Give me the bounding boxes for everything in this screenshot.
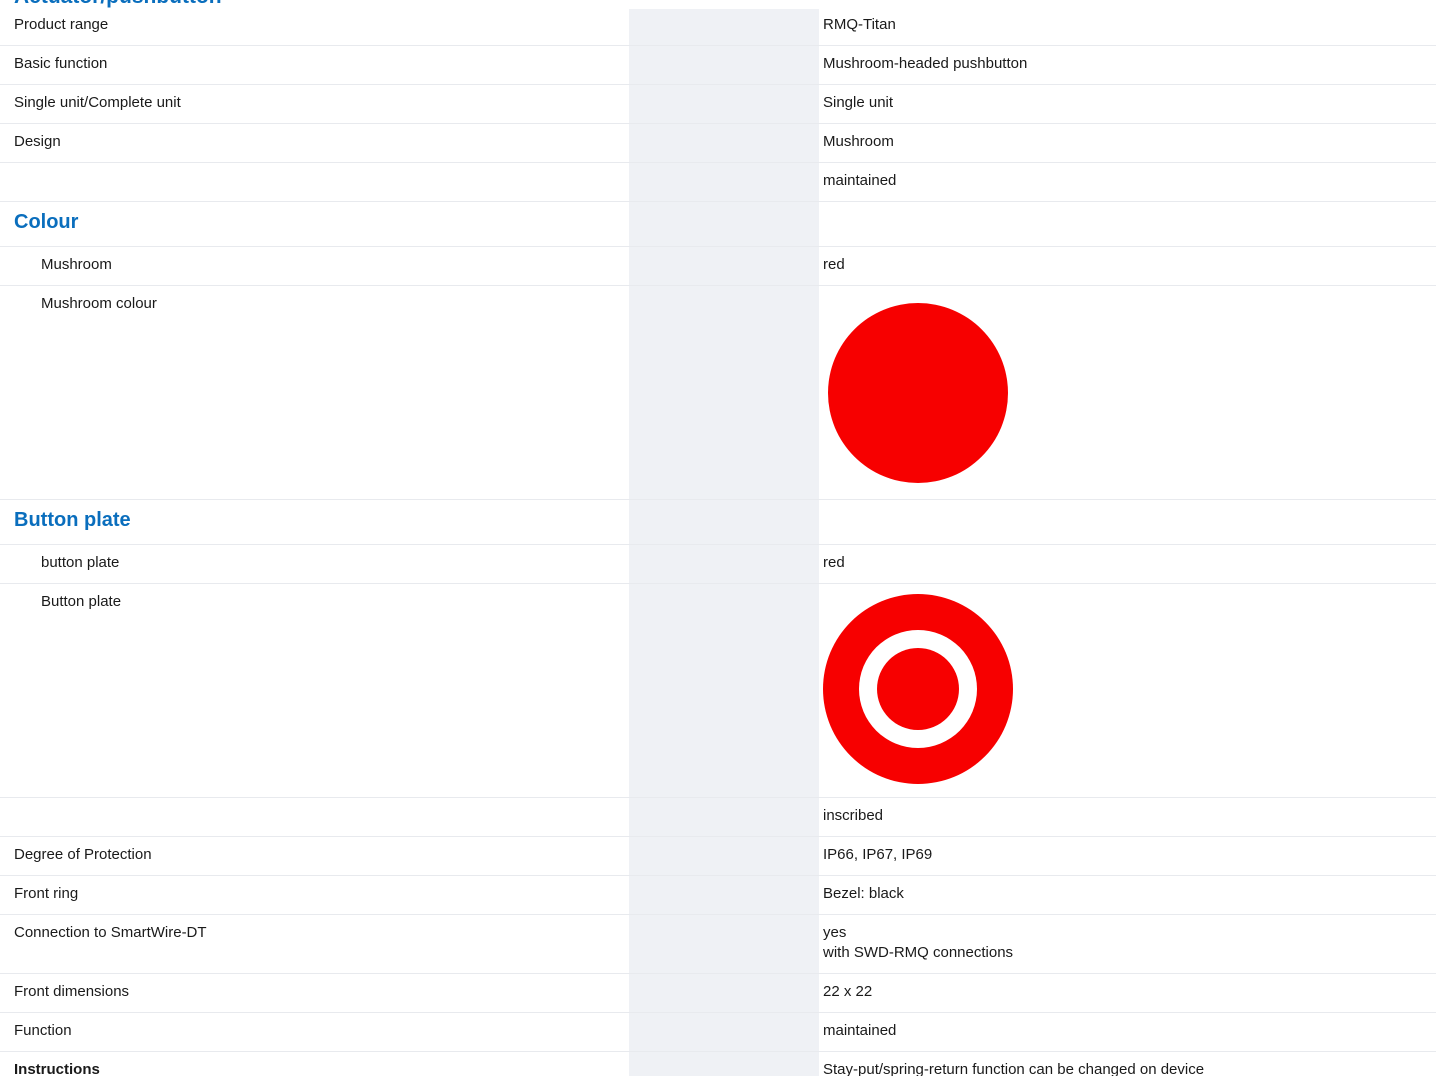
table-row: Basic function Mushroom-headed pushbutto…: [0, 45, 1436, 85]
row-value: inscribed: [819, 797, 1436, 837]
table-row: Function maintained: [0, 1012, 1436, 1052]
specification-table: Product range RMQ-Titan Basic function M…: [0, 7, 1436, 1076]
row-value: yes with SWD-RMQ connections: [819, 914, 1436, 974]
row-value: Mushroom-headed pushbutton: [819, 45, 1436, 85]
row-value: IP66, IP67, IP69: [819, 836, 1436, 876]
value-line: yes: [823, 924, 847, 941]
row-label: Front ring: [0, 875, 629, 915]
row-label: Front dimensions: [0, 973, 629, 1013]
row-label: Instructions: [0, 1051, 629, 1076]
table-row: Mushroom colour: [0, 285, 1436, 500]
table-row: Mushroom red: [0, 246, 1436, 286]
row-value: 22 x 22: [819, 973, 1436, 1013]
table-row: Front ring Bezel: black: [0, 875, 1436, 915]
row-label: button plate: [0, 544, 629, 584]
table-row: Single unit/Complete unit Single unit: [0, 84, 1436, 124]
spec-page: Actuator/pushbutton Product range RMQ-Ti…: [0, 0, 1436, 1076]
table-row: Instructions Stay-put/spring-return func…: [0, 1051, 1436, 1076]
row-value: Bezel: black: [819, 875, 1436, 915]
button-plate-inner-dot: [877, 648, 959, 730]
row-label: [0, 162, 629, 202]
table-row: Design Mushroom: [0, 123, 1436, 163]
row-label: Degree of Protection: [0, 836, 629, 876]
row-value: red: [819, 544, 1436, 584]
row-label: Basic function: [0, 45, 629, 85]
table-row: Button plate: [0, 583, 1436, 798]
section-header-row: Button plate: [0, 499, 1436, 545]
table-row: inscribed: [0, 797, 1436, 837]
table-row: Front dimensions 22 x 22: [0, 973, 1436, 1013]
swatch-cell: [819, 285, 1436, 500]
row-value: Stay-put/spring-return function can be c…: [819, 1051, 1436, 1076]
table-row: maintained: [0, 162, 1436, 202]
row-label: Function: [0, 1012, 629, 1052]
red-circle-icon: [828, 303, 1008, 483]
row-label: Product range: [0, 7, 629, 46]
section-header-row: Colour: [0, 201, 1436, 247]
row-value: maintained: [819, 162, 1436, 202]
row-label: [0, 797, 629, 837]
row-label: Mushroom colour: [0, 285, 629, 500]
value-line: with SWD-RMQ connections: [823, 944, 1014, 961]
row-value: red: [819, 246, 1436, 286]
section-title-colour: Colour: [0, 201, 629, 247]
swatch-cell: [819, 583, 1436, 798]
row-label: Connection to SmartWire-DT: [0, 914, 629, 974]
mushroom-colour-circle: [828, 303, 1008, 483]
row-label: Design: [0, 123, 629, 163]
row-label: Single unit/Complete unit: [0, 84, 629, 124]
row-label: Button plate: [0, 583, 629, 798]
table-row: Degree of Protection IP66, IP67, IP69: [0, 836, 1436, 876]
red-ring-target-icon: [823, 594, 1013, 784]
row-value: Mushroom: [819, 123, 1436, 163]
table-row: button plate red: [0, 544, 1436, 584]
row-label: Mushroom: [0, 246, 629, 286]
row-value: Single unit: [819, 84, 1436, 124]
row-value: maintained: [819, 1012, 1436, 1052]
table-row: Product range RMQ-Titan: [0, 7, 1436, 46]
section-title-button-plate: Button plate: [0, 499, 629, 545]
row-value: RMQ-Titan: [819, 7, 1436, 46]
table-row: Connection to SmartWire-DT yes with SWD-…: [0, 914, 1436, 974]
